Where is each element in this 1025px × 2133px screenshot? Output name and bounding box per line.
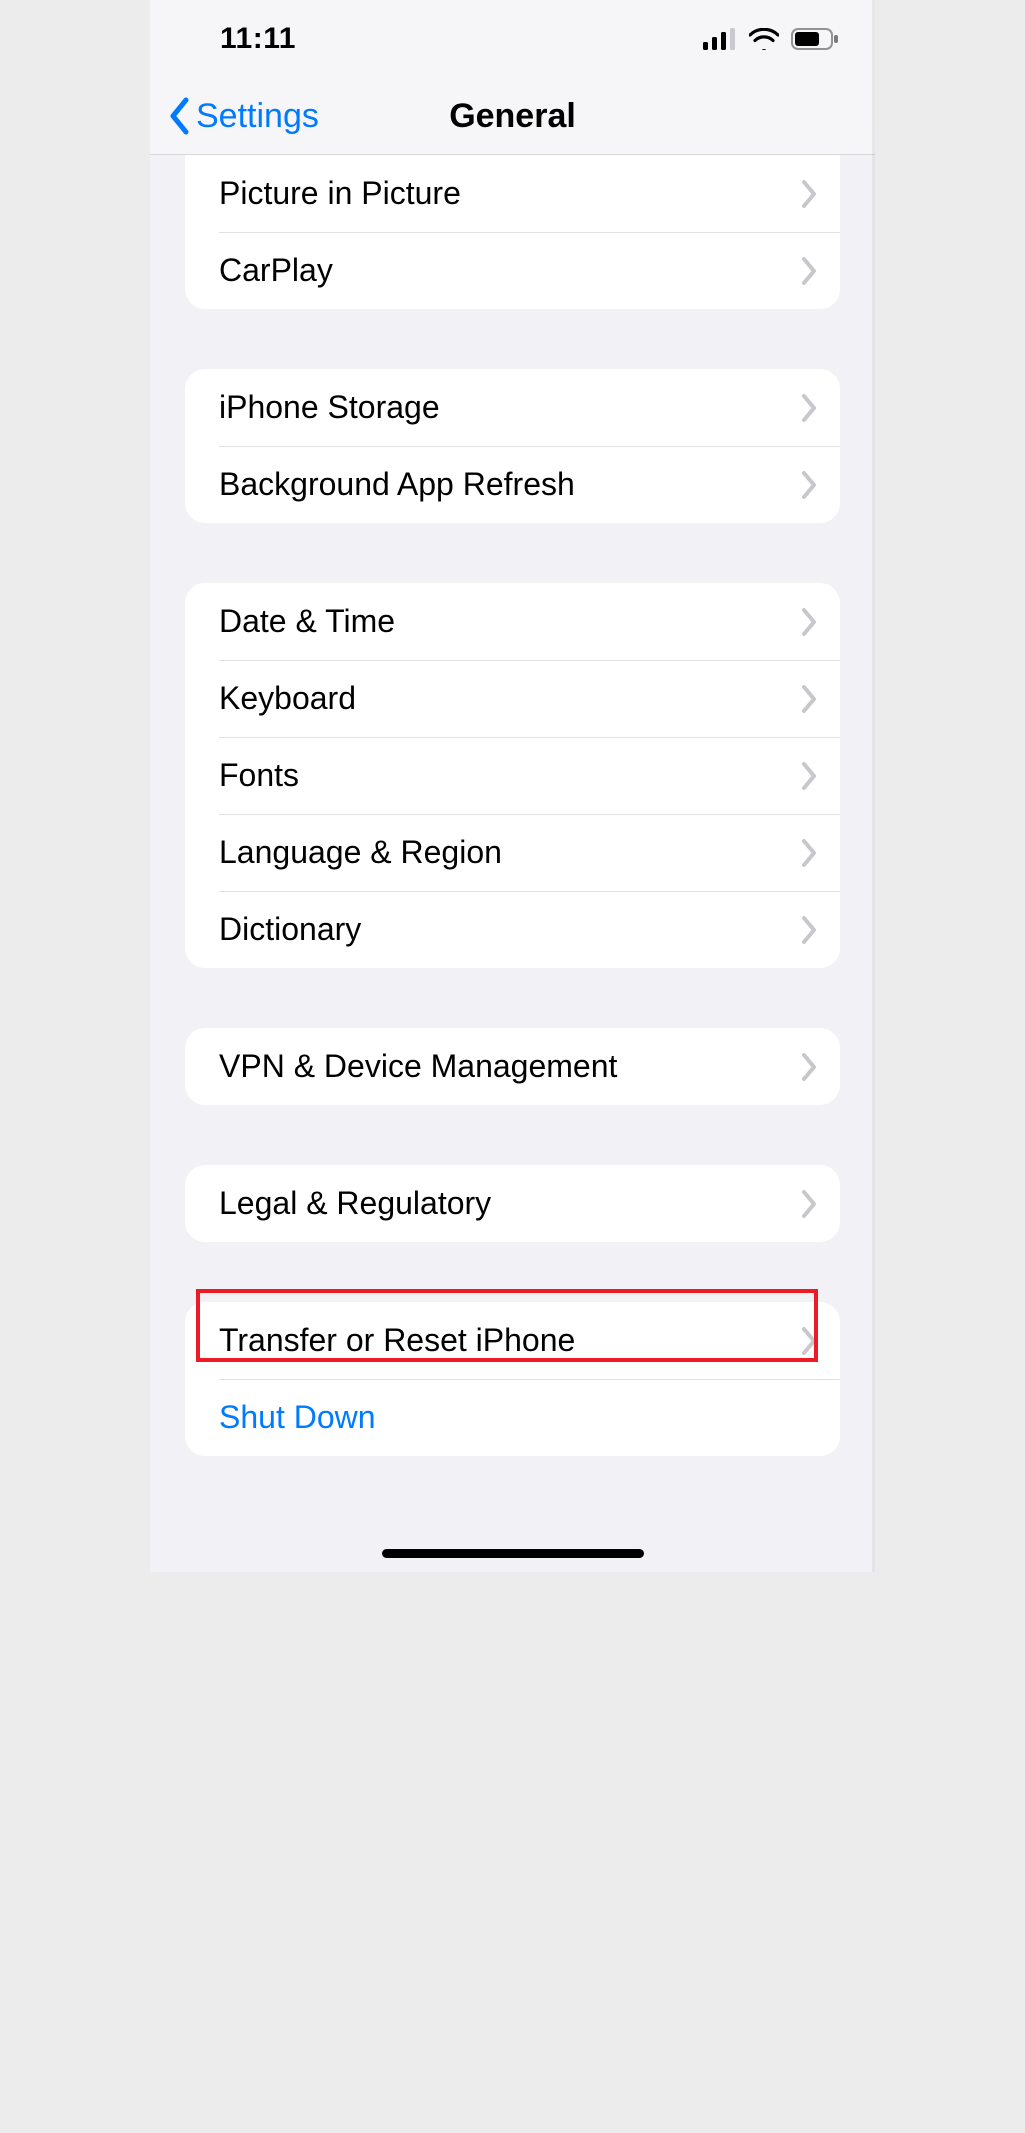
- chevron-right-icon: [800, 1189, 818, 1219]
- row-picture-in-picture[interactable]: Picture in Picture: [185, 155, 840, 232]
- row-date-time[interactable]: Date & Time: [185, 583, 840, 660]
- row-transfer-reset[interactable]: Transfer or Reset iPhone: [185, 1302, 840, 1379]
- row-label: Background App Refresh: [219, 466, 800, 503]
- back-label: Settings: [196, 97, 319, 136]
- wifi-icon: [749, 28, 779, 50]
- settings-group: Picture in Picture CarPlay: [185, 155, 840, 309]
- row-carplay[interactable]: CarPlay: [185, 232, 840, 309]
- row-label: CarPlay: [219, 252, 800, 289]
- row-label: Shut Down: [219, 1399, 818, 1436]
- chevron-right-icon: [800, 838, 818, 868]
- row-label: Language & Region: [219, 834, 800, 871]
- home-indicator[interactable]: [382, 1549, 644, 1558]
- cellular-icon: [703, 28, 737, 50]
- row-label: VPN & Device Management: [219, 1048, 800, 1085]
- row-legal-regulatory[interactable]: Legal & Regulatory: [185, 1165, 840, 1242]
- settings-content: Picture in Picture CarPlay iPhone Storag…: [150, 155, 875, 1496]
- nav-bar: Settings General: [150, 78, 875, 155]
- row-vpn-device-management[interactable]: VPN & Device Management: [185, 1028, 840, 1105]
- chevron-right-icon: [800, 1326, 818, 1356]
- row-label: Transfer or Reset iPhone: [219, 1322, 800, 1359]
- chevron-right-icon: [800, 393, 818, 423]
- chevron-right-icon: [800, 1052, 818, 1082]
- chevron-right-icon: [800, 915, 818, 945]
- row-label: Date & Time: [219, 603, 800, 640]
- battery-icon: [791, 28, 839, 50]
- row-label: Picture in Picture: [219, 175, 800, 212]
- settings-group: Legal & Regulatory: [185, 1165, 840, 1242]
- row-shut-down[interactable]: Shut Down: [185, 1379, 840, 1456]
- status-time: 11:11: [220, 22, 296, 56]
- chevron-right-icon: [800, 256, 818, 286]
- chevron-right-icon: [800, 684, 818, 714]
- row-label: Dictionary: [219, 911, 800, 948]
- row-language-region[interactable]: Language & Region: [185, 814, 840, 891]
- chevron-left-icon: [168, 97, 192, 135]
- status-icons: [703, 28, 839, 50]
- back-button[interactable]: Settings: [168, 97, 319, 136]
- chevron-right-icon: [800, 179, 818, 209]
- status-bar: 11:11: [150, 0, 875, 78]
- row-label: Legal & Regulatory: [219, 1185, 800, 1222]
- chevron-right-icon: [800, 761, 818, 791]
- chevron-right-icon: [800, 607, 818, 637]
- row-keyboard[interactable]: Keyboard: [185, 660, 840, 737]
- row-background-app-refresh[interactable]: Background App Refresh: [185, 446, 840, 523]
- row-iphone-storage[interactable]: iPhone Storage: [185, 369, 840, 446]
- chevron-right-icon: [800, 470, 818, 500]
- row-label: Keyboard: [219, 680, 800, 717]
- row-label: iPhone Storage: [219, 389, 800, 426]
- settings-group: VPN & Device Management: [185, 1028, 840, 1105]
- row-fonts[interactable]: Fonts: [185, 737, 840, 814]
- scroll-gutter: [872, 0, 875, 1572]
- phone-frame: 11:11: [150, 0, 875, 1572]
- row-dictionary[interactable]: Dictionary: [185, 891, 840, 968]
- page-title: General: [449, 97, 576, 136]
- settings-group: iPhone Storage Background App Refresh: [185, 369, 840, 523]
- settings-group: Transfer or Reset iPhone Shut Down: [185, 1302, 840, 1456]
- row-label: Fonts: [219, 757, 800, 794]
- settings-group: Date & Time Keyboard Fonts Language & Re…: [185, 583, 840, 968]
